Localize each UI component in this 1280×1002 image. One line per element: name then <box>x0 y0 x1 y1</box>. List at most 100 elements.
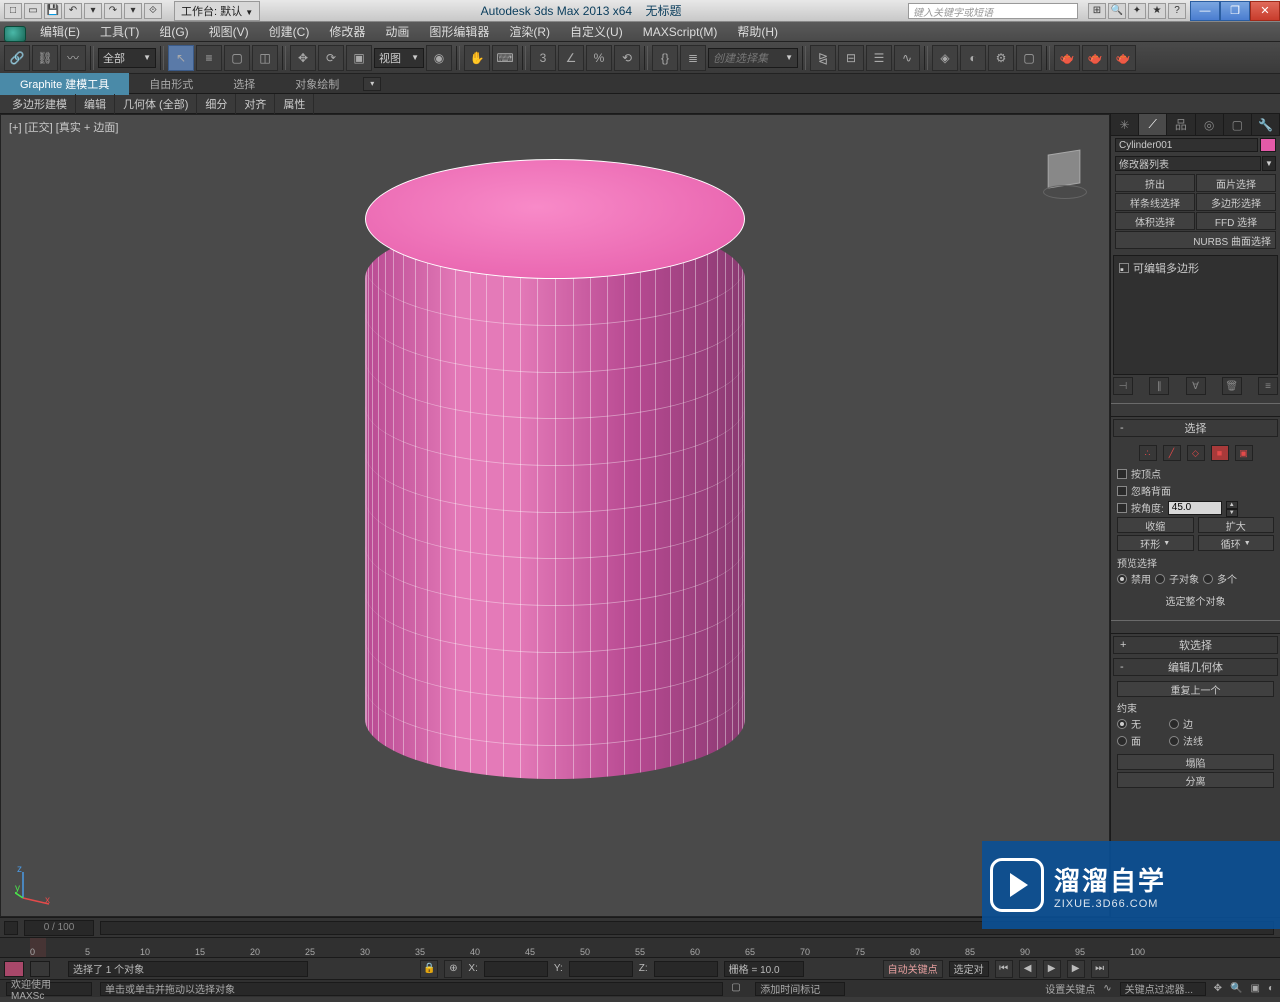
viewport-label[interactable]: [+] [正交] [真实 + 边面] <box>9 119 118 135</box>
open-icon[interactable]: ▭ <box>24 3 42 19</box>
edit-selset-icon[interactable]: {} <box>652 45 678 71</box>
remove-mod-icon[interactable]: 🗑 <box>1222 377 1242 395</box>
render-prod-icon[interactable]: 🫖 <box>1054 45 1080 71</box>
ring-button[interactable]: 环形 <box>1117 535 1194 551</box>
mod-nurbssel-button[interactable]: NURBS 曲面选择 <box>1115 231 1276 249</box>
viewport[interactable]: [+] [正交] [真实 + 边面] /*placeholder*/ zxy <box>0 114 1110 917</box>
rect-region-icon[interactable]: ▢ <box>224 45 250 71</box>
link-icon[interactable]: 🔗 <box>4 45 30 71</box>
chk-ignore-back[interactable] <box>1117 486 1127 496</box>
selection-filter-dropdown[interactable]: 全部▼ <box>98 48 156 68</box>
by-angle-spinner[interactable]: 45.0 <box>1168 501 1222 515</box>
radio-edge[interactable] <box>1169 719 1179 729</box>
schematic-view-icon[interactable]: ◈ <box>932 45 958 71</box>
display-tab-icon[interactable]: ▢ <box>1224 114 1252 135</box>
render-last-icon[interactable]: 🫖 <box>1110 45 1136 71</box>
shrink-button[interactable]: 收缩 <box>1117 517 1194 533</box>
subtab-subdiv[interactable]: 细分 <box>197 94 236 114</box>
configure-sets-icon[interactable]: ≡ <box>1258 377 1278 395</box>
spin-up-icon[interactable]: ▲ <box>1226 501 1238 509</box>
grow-button[interactable]: 扩大 <box>1198 517 1275 533</box>
ribbon-tab-objectpaint[interactable]: 对象绘制 <box>275 73 359 95</box>
new-icon[interactable]: □ <box>4 3 22 19</box>
nav-zoom-icon[interactable]: 🔍 <box>1230 983 1242 994</box>
detach-button[interactable]: 分离 <box>1117 772 1274 788</box>
key-mode-dropdown[interactable]: 选定对 <box>949 961 989 977</box>
undo-dd-icon[interactable]: ▾ <box>84 3 102 19</box>
radio-normal[interactable] <box>1169 736 1179 746</box>
subobj-polygon-icon[interactable]: ■ <box>1211 445 1229 461</box>
subtab-align[interactable]: 对齐 <box>236 94 275 114</box>
mod-ffdsel-button[interactable]: FFD 选择 <box>1196 212 1276 230</box>
create-tab-icon[interactable]: ✳ <box>1111 114 1139 135</box>
render-setup-icon[interactable]: ⚙ <box>988 45 1014 71</box>
mod-volsel-button[interactable]: 体积选择 <box>1115 212 1195 230</box>
radio-face[interactable] <box>1117 736 1127 746</box>
repeat-last-button[interactable]: 重复上一个 <box>1117 681 1274 697</box>
menu-help[interactable]: 帮助(H) <box>727 23 788 40</box>
frame-indicator[interactable]: 0 / 100 <box>24 920 94 936</box>
isolate-icon[interactable]: ▢ <box>731 982 747 996</box>
rotate-icon[interactable]: ⟳ <box>318 45 344 71</box>
search-icon[interactable]: 🔍 <box>1108 3 1126 19</box>
spin-down-icon[interactable]: ▼ <box>1226 509 1238 517</box>
modify-tab-icon[interactable]: ⟋ <box>1139 114 1167 135</box>
mod-extrude-button[interactable]: 挤出 <box>1115 174 1195 192</box>
auto-key-button[interactable]: 自动关键点 <box>883 960 943 978</box>
pivotcenter-icon[interactable]: ◉ <box>426 45 452 71</box>
radio-multi[interactable] <box>1203 574 1213 584</box>
loop-button[interactable]: 循环 <box>1198 535 1275 551</box>
modifier-list-btn[interactable]: ▼ <box>1262 156 1276 171</box>
subtab-geometry[interactable]: 几何体 (全部) <box>115 94 197 114</box>
manipulate-icon[interactable]: ✋ <box>464 45 490 71</box>
rollout-softsel-header[interactable]: +软选择 <box>1113 636 1278 654</box>
abs-rel-icon[interactable]: ⊕ <box>444 960 462 978</box>
stack-toggle-icon[interactable]: ▪ <box>1119 263 1129 273</box>
infocenter-icon[interactable]: ⊞ <box>1088 3 1106 19</box>
mod-polysel-button[interactable]: 多边形选择 <box>1196 193 1276 211</box>
render-frame-icon[interactable]: ▢ <box>1016 45 1042 71</box>
search-input[interactable]: 键入关键字或短语 <box>908 3 1078 19</box>
collapse-button[interactable]: 塌陷 <box>1117 754 1274 770</box>
ribbon-tab-selection[interactable]: 选择 <box>213 73 275 95</box>
minimize-button[interactable]: — <box>1190 1 1220 21</box>
stack-item-editable-poly[interactable]: ▪ 可编辑多边形 <box>1117 259 1274 277</box>
menu-group[interactable]: 组(G) <box>149 23 198 40</box>
menu-animation[interactable]: 动画 <box>375 23 419 40</box>
rollout-editgeom-header[interactable]: -编辑几何体 <box>1113 658 1278 676</box>
close-button[interactable]: ✕ <box>1250 1 1280 21</box>
rollout-selection-header[interactable]: -选择 <box>1113 419 1278 437</box>
chk-by-angle[interactable] <box>1117 503 1127 513</box>
app-icon[interactable] <box>4 26 26 42</box>
lock-selection-icon[interactable]: 🔒 <box>420 960 438 978</box>
y-coord-field[interactable] <box>569 961 633 977</box>
set-key-button[interactable]: 设置关键点 <box>1045 981 1095 996</box>
utilities-tab-icon[interactable]: 🔧 <box>1252 114 1280 135</box>
save-icon[interactable]: 💾 <box>44 3 62 19</box>
motion-tab-icon[interactable]: ◎ <box>1196 114 1224 135</box>
menu-customize[interactable]: 自定义(U) <box>560 23 633 40</box>
next-frame-icon[interactable]: ▶ <box>1067 960 1085 978</box>
exchange-icon[interactable]: ✦ <box>1128 3 1146 19</box>
bind-spacewarp-icon[interactable]: 〰 <box>60 45 86 71</box>
key-filter-button[interactable]: 关键点过滤器... <box>1120 982 1206 996</box>
nav-pan-icon[interactable]: ✥ <box>1214 983 1222 994</box>
nav-zoomext-icon[interactable]: ▣ <box>1251 983 1260 994</box>
menu-grapheditors[interactable]: 图形编辑器 <box>419 23 499 40</box>
mod-patchsel-button[interactable]: 面片选择 <box>1196 174 1276 192</box>
window-crossing-icon[interactable]: ◫ <box>252 45 278 71</box>
key-filters-icon[interactable] <box>30 961 50 977</box>
snap-3d-icon[interactable]: 3 <box>530 45 556 71</box>
percent-snap-icon[interactable]: % <box>586 45 612 71</box>
menu-views[interactable]: 视图(V) <box>199 23 259 40</box>
time-config-icon[interactable] <box>4 921 18 935</box>
undo-icon[interactable]: ↶ <box>64 3 82 19</box>
redo-dd-icon[interactable]: ▾ <box>124 3 142 19</box>
hierarchy-tab-icon[interactable]: 品 <box>1167 114 1195 135</box>
modifier-list-dropdown[interactable]: 修改器列表 <box>1115 156 1261 171</box>
menu-tools[interactable]: 工具(T) <box>90 23 149 40</box>
prev-frame-icon[interactable]: ◀ <box>1019 960 1037 978</box>
goto-start-icon[interactable]: ⏮ <box>995 960 1013 978</box>
subobj-element-icon[interactable]: ▣ <box>1235 445 1253 461</box>
ribbon-tab-freeform[interactable]: 自由形式 <box>129 73 213 95</box>
